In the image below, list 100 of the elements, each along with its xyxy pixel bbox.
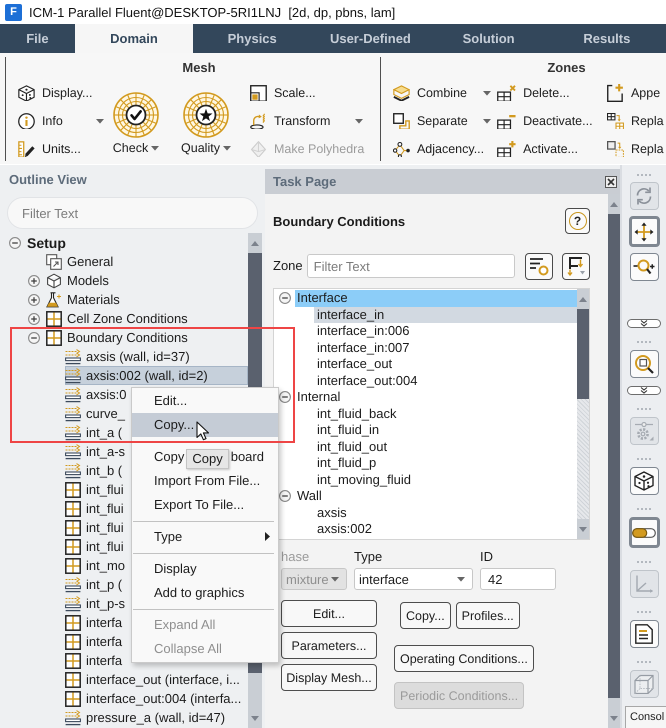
tree-item[interactable]: int_p-s	[65, 596, 128, 611]
tree-item[interactable]: int_a-s	[65, 444, 128, 459]
ribbon-button[interactable]: Info	[18, 107, 110, 135]
collapse-handle[interactable]	[627, 386, 661, 395]
tree-item[interactable]: int_a (	[65, 425, 126, 440]
toolbar-button[interactable]	[630, 620, 658, 648]
close-icon[interactable]	[605, 176, 617, 188]
toolbar-button[interactable]	[630, 253, 658, 281]
scrollbar[interactable]	[577, 289, 589, 539]
ribbon-button[interactable]: Adjacency...	[393, 135, 484, 163]
tree-item[interactable]: interfa	[65, 634, 126, 649]
ribbon-button[interactable]: Check	[110, 92, 162, 158]
menu-item[interactable]: Display	[132, 557, 278, 581]
list-group[interactable]: Internal	[295, 389, 344, 406]
tree-item[interactable]: int_flui	[65, 539, 127, 554]
ribbon-button[interactable]: Combine	[393, 79, 497, 107]
ribbon-button[interactable]: Units...	[18, 135, 81, 163]
plus-icon[interactable]	[28, 274, 40, 286]
action-button[interactable]: Operating Conditions...	[394, 645, 534, 672]
action-button[interactable]: Copy...	[400, 602, 451, 629]
list-item[interactable]: int_fluid_in	[314, 422, 382, 438]
list-button[interactable]	[524, 252, 553, 280]
minus-icon[interactable]	[279, 490, 291, 502]
menu-item[interactable]: Export To File...	[132, 493, 278, 517]
menu-item[interactable]: Add to graphics	[132, 581, 278, 605]
help-button[interactable]: ?	[565, 208, 590, 234]
menu-item[interactable]: Copy...	[132, 413, 278, 437]
tree-item[interactable]: Cell Zone Conditions	[46, 311, 191, 326]
menu-item[interactable]: Import From File...	[132, 469, 278, 493]
menu-item[interactable]: Type	[132, 525, 278, 549]
tree-item[interactable]: General	[46, 254, 116, 269]
toolbar-button[interactable]	[628, 517, 660, 548]
text-field[interactable]: 42	[480, 568, 556, 590]
list-group[interactable]: Interface	[295, 290, 577, 306]
tree-item[interactable]: Setup	[27, 235, 69, 250]
ribbon-button[interactable]: Deactivate...	[497, 107, 593, 135]
plus-icon[interactable]	[28, 294, 40, 306]
list-item[interactable]: axsis:002	[314, 521, 375, 538]
ribbon-button[interactable]: Repla	[607, 107, 664, 135]
ribbon-tab[interactable]: User-Defined	[311, 24, 430, 53]
ribbon-button[interactable]: Display...	[18, 79, 92, 107]
ribbon-button[interactable]: Activate...	[497, 135, 578, 163]
tree-item[interactable]: int_flui	[65, 520, 127, 535]
ribbon-tab[interactable]: Results	[548, 24, 666, 53]
list-item[interactable]: interface_in	[314, 306, 577, 323]
hierarchy-button[interactable]	[562, 252, 590, 280]
action-button[interactable]: Display Mesh...	[281, 664, 377, 691]
tree-item[interactable]: interface_out (interface, i...	[65, 672, 243, 687]
list-item[interactable]: interface_in:006	[314, 323, 413, 340]
ribbon-button[interactable]: Transform	[250, 107, 369, 135]
tree-item[interactable]: axsis:0	[65, 387, 130, 402]
ribbon-tab[interactable]: Physics	[193, 24, 312, 53]
ribbon-button[interactable]: Separate	[393, 107, 497, 135]
tree-item[interactable]: Models	[46, 273, 112, 288]
minus-icon[interactable]	[28, 332, 40, 344]
list-item[interactable]: int_moving_fluid	[314, 472, 414, 488]
tree-item[interactable]: int_flui	[65, 482, 127, 497]
collapse-handle[interactable]	[627, 319, 661, 328]
list-item[interactable]: interface_out:004	[314, 372, 420, 389]
list-item[interactable]: interface_in:007	[314, 340, 413, 356]
ribbon-button[interactable]: Scale...	[250, 79, 316, 107]
tree-item[interactable]: interfa	[65, 615, 126, 630]
ribbon-button[interactable]: Delete...	[497, 79, 570, 107]
ribbon-tab[interactable]: File	[0, 24, 75, 53]
ribbon-button[interactable]: Repla	[607, 135, 664, 163]
scrollbar-thumb[interactable]	[577, 309, 589, 399]
ribbon-button[interactable]: Quality	[162, 92, 250, 158]
dropdown[interactable]: interface	[354, 568, 473, 590]
ribbon-tab[interactable]: Domain	[74, 24, 194, 53]
menu-item[interactable]: Edit...	[132, 389, 278, 413]
list-item[interactable]: axsis	[314, 504, 350, 521]
tree-item[interactable]: int_b (	[65, 463, 126, 478]
tree-item[interactable]: curve_	[65, 406, 128, 421]
tree-item[interactable]: axsis (wall, id=37)	[65, 349, 193, 364]
filter-field[interactable]: Filter Text	[7, 197, 258, 229]
minus-icon[interactable]	[279, 292, 291, 304]
toolbar-button[interactable]	[628, 216, 660, 247]
menu-item[interactable]: Copy	[154, 448, 184, 466]
minus-icon[interactable]	[279, 391, 291, 404]
toolbar-button[interactable]	[630, 350, 658, 378]
console-tab[interactable]: Consol	[625, 706, 666, 728]
list-item[interactable]: int_fluid_back	[314, 406, 400, 422]
action-button[interactable]: Edit...	[281, 600, 377, 627]
action-button[interactable]: Parameters...	[281, 632, 377, 659]
action-button[interactable]: Profiles...	[456, 602, 520, 629]
tree-item[interactable]: interfa	[65, 653, 126, 668]
menu-item[interactable]: board	[230, 448, 264, 466]
tree-item[interactable]: int_mo	[65, 558, 128, 573]
plus-icon[interactable]	[28, 312, 40, 324]
list-item[interactable]: int_fluid_p	[314, 455, 380, 472]
ribbon-tab[interactable]: Solution	[430, 24, 548, 53]
ribbon-button[interactable]: Appe	[607, 79, 660, 107]
list-item[interactable]: int_fluid_out	[314, 438, 390, 455]
tree-item[interactable]: pressure_a (wall, id=47)	[65, 710, 228, 725]
list-item[interactable]: interface_out	[314, 356, 396, 372]
tree-item[interactable]: axsis:002 (wall, id=2)	[65, 366, 248, 385]
list-group[interactable]: Wall	[295, 488, 325, 504]
tree-item[interactable]: interface_out:004 (interfa...	[65, 691, 244, 706]
tree-item[interactable]: Materials	[46, 292, 123, 307]
minus-icon[interactable]	[9, 236, 21, 248]
